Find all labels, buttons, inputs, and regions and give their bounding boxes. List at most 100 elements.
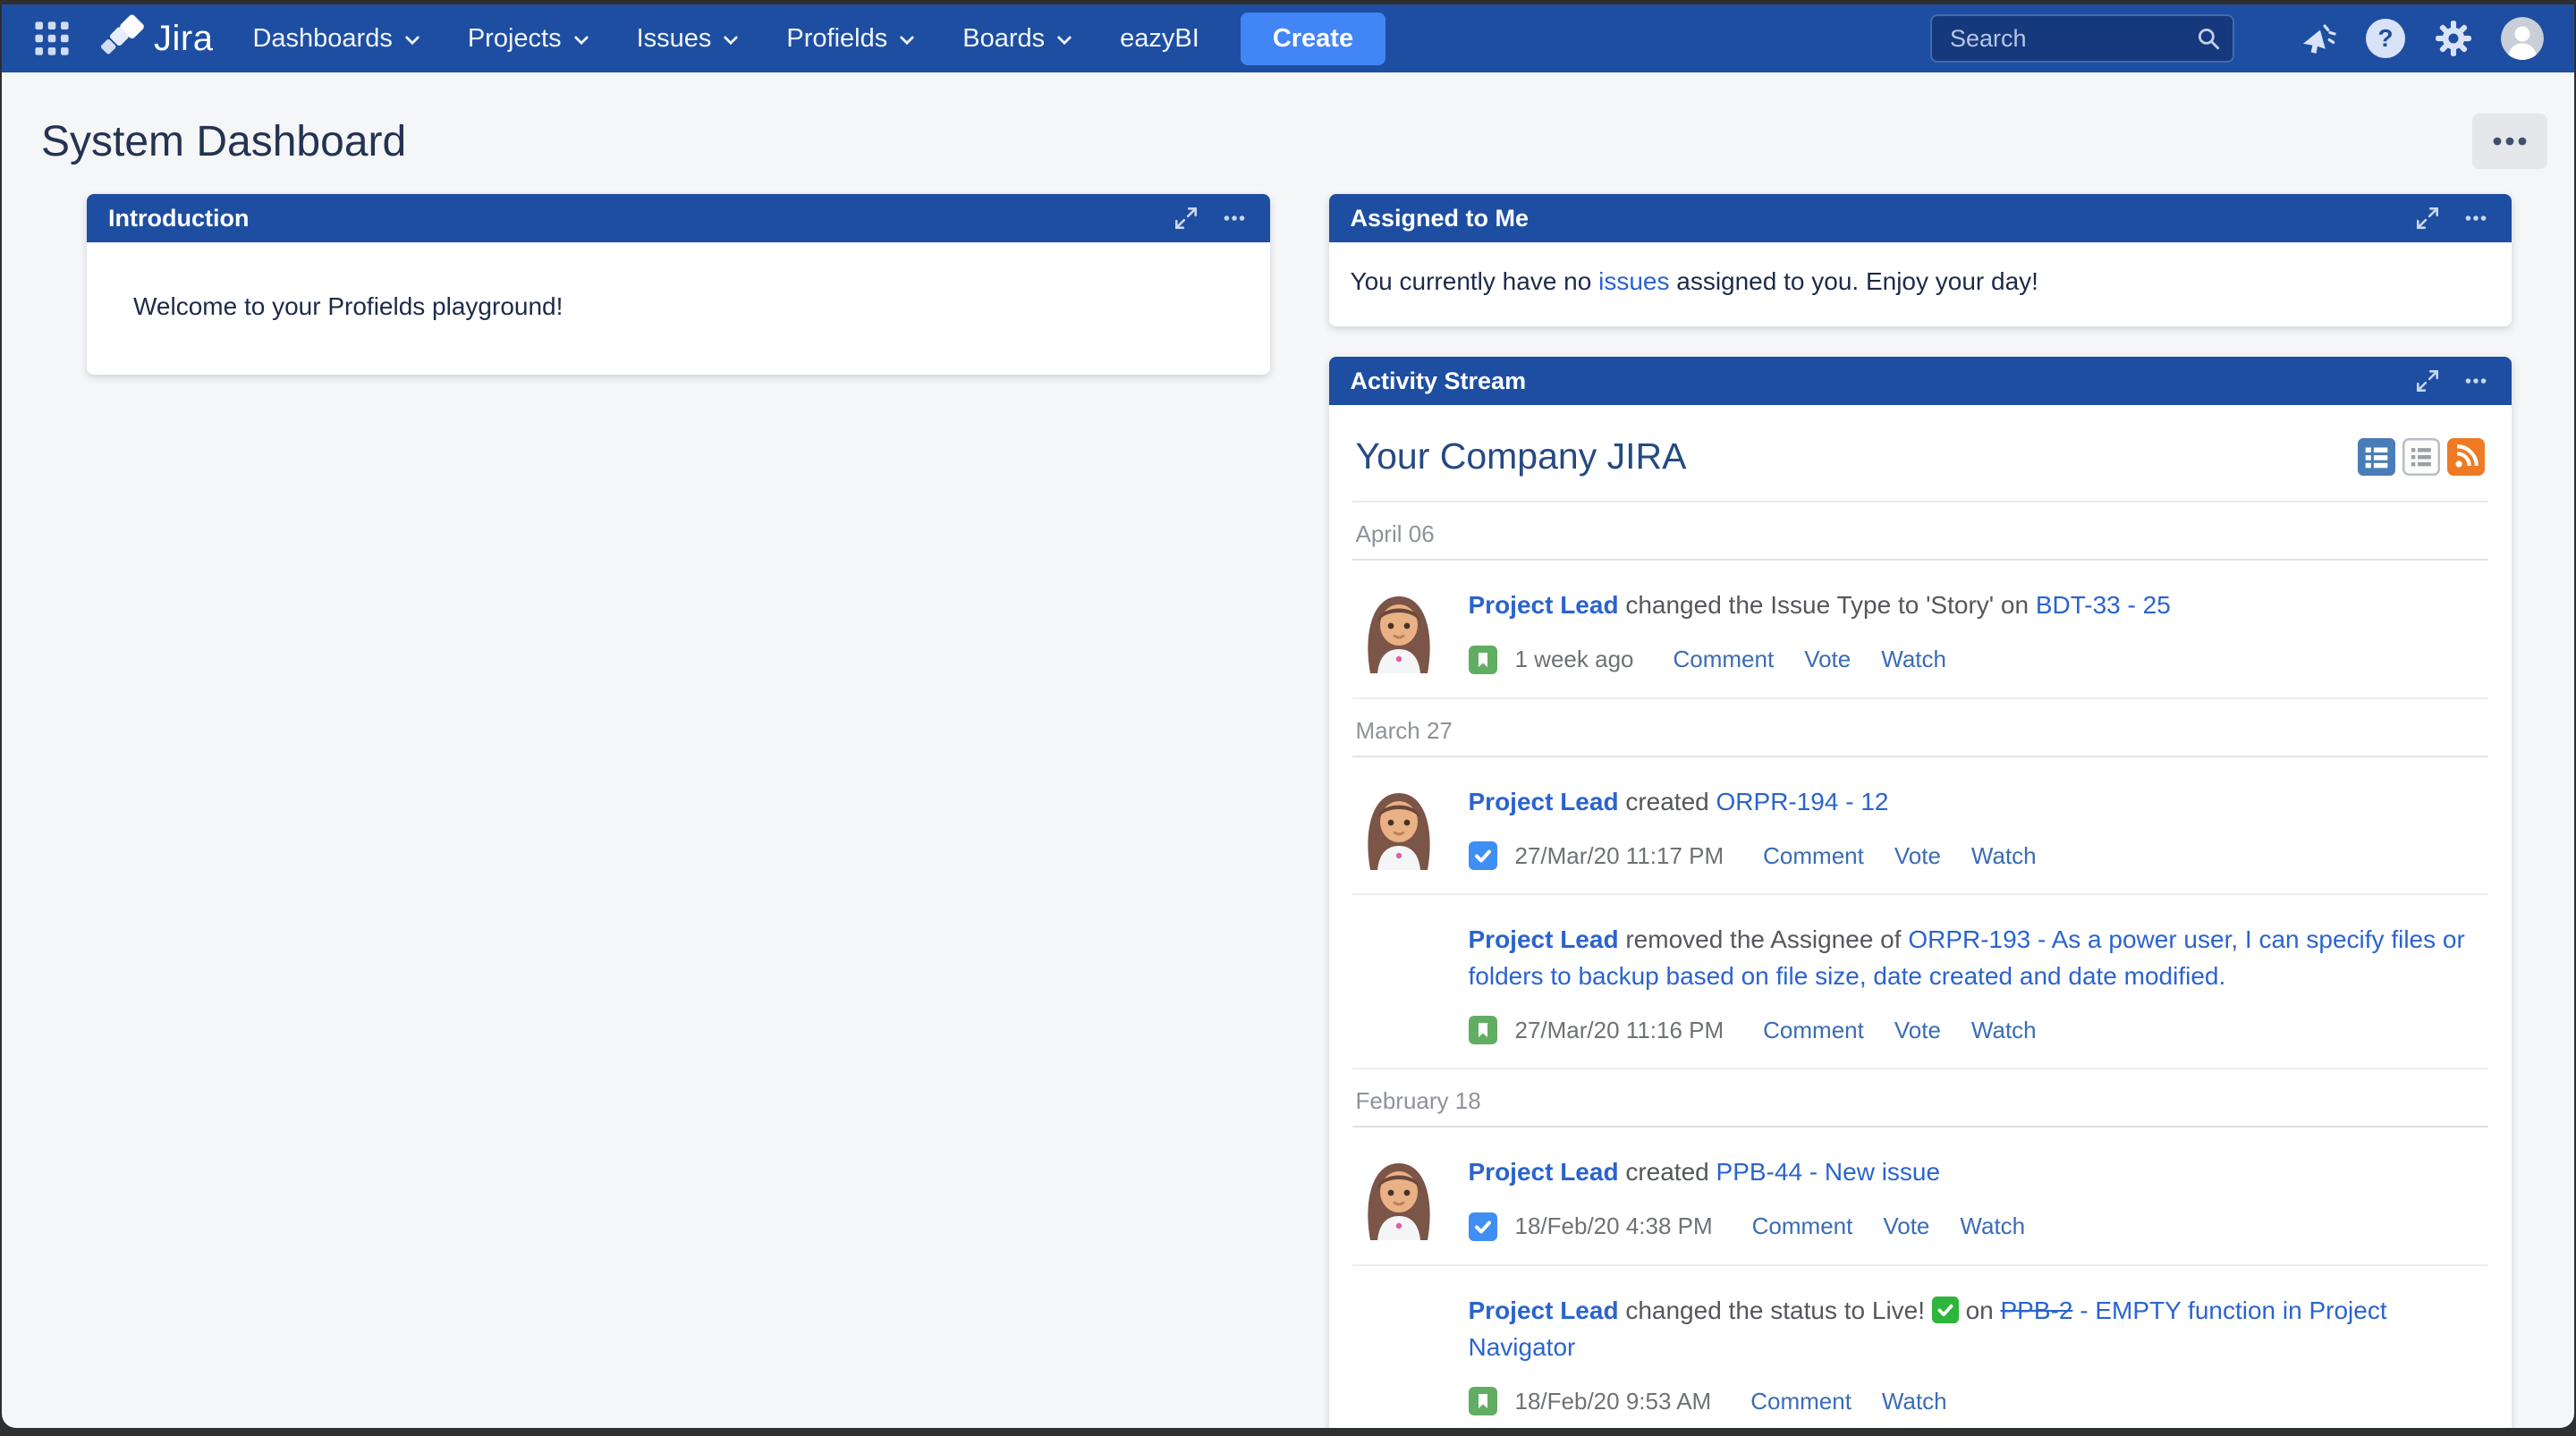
activity-panel-header: Activity Stream [1329, 357, 2512, 405]
grid-icon [34, 21, 70, 56]
entry-title: Project Lead created ORPR-194 - 12 [1469, 784, 2486, 821]
list-view-icon[interactable] [2402, 438, 2440, 476]
panel-menu-icon[interactable] [2462, 367, 2490, 395]
page-title: System Dashboard [41, 117, 406, 166]
date-group-header: February 18 [1352, 1069, 2489, 1128]
nav-label: Projects [468, 24, 562, 54]
chevron-down-icon [1055, 31, 1073, 49]
maximize-icon[interactable] [1172, 204, 1200, 232]
vote-link[interactable]: Vote [1894, 1017, 1941, 1044]
maximize-icon[interactable] [2413, 367, 2442, 395]
detail-view-icon[interactable] [2358, 438, 2395, 476]
entry-title: Project Lead created PPB-44 - New issue [1469, 1154, 2486, 1191]
nav-projects[interactable]: Projects [468, 24, 590, 54]
panel-actions [2413, 367, 2490, 395]
stream-title: Your Company JIRA [1356, 435, 1687, 477]
issue-link[interactable]: PPB-44 - New issue [1716, 1158, 1941, 1186]
actor-link[interactable]: Project Lead [1469, 1158, 1619, 1186]
actor-avatar[interactable] [1356, 1154, 1442, 1240]
avatar-column [1356, 1154, 1442, 1241]
introduction-panel-header: Introduction [87, 194, 1270, 242]
create-button[interactable]: Create [1241, 13, 1385, 65]
nav-profields[interactable]: Profields [786, 24, 916, 54]
green-check-icon [1932, 1297, 1959, 1323]
issue-link[interactable]: ORPR-194 - 12 [1716, 788, 1889, 815]
watch-link[interactable]: Watch [1971, 1017, 2037, 1044]
dashboard-tools-button[interactable] [2472, 114, 2547, 169]
dashboard-content: Introduction Welcome to your Profields p… [2, 194, 2574, 1428]
comment-link[interactable]: Comment [1673, 646, 1774, 673]
entry-title: Project Lead changed the status to Live!… [1469, 1293, 2486, 1365]
entry-meta: 18/Feb/20 4:38 PM Comment Vote Watch [1469, 1212, 2486, 1241]
nav-issues[interactable]: Issues [637, 24, 741, 54]
avatar-column [1356, 922, 1442, 1044]
entry-body: Project Lead changed the Issue Type to '… [1469, 587, 2486, 674]
introduction-panel: Introduction Welcome to your Profields p… [87, 194, 1270, 375]
entry-action: changed the status to Live! [1619, 1297, 1932, 1324]
story-type-icon [1469, 1387, 1497, 1415]
top-navbar: Jira Dashboards Projects Issues Profield… [2, 4, 2574, 72]
nav-eazybi[interactable]: eazyBI [1120, 24, 1199, 54]
search-input[interactable] [1930, 14, 2234, 63]
panel-menu-icon[interactable] [1220, 204, 1249, 232]
gear-icon [2433, 18, 2474, 59]
person-silhouette-icon [2501, 17, 2544, 60]
actor-link[interactable]: Project Lead [1469, 591, 1619, 619]
actor-avatar[interactable] [1356, 784, 1442, 870]
comment-link[interactable]: Comment [1752, 1212, 1853, 1240]
chevron-down-icon [722, 31, 740, 49]
search-icon[interactable] [2195, 25, 2222, 52]
entry-title: Project Lead changed the Issue Type to '… [1469, 587, 2486, 624]
activity-entry: Project Lead changed the status to Live!… [1352, 1266, 2489, 1428]
introduction-body: Welcome to your Profields playground! [87, 242, 1270, 375]
panel-menu-icon[interactable] [2462, 204, 2490, 232]
nav-label: eazyBI [1120, 24, 1199, 54]
right-column: Assigned to Me You currently have no iss… [1329, 194, 2512, 1428]
panel-title: Assigned to Me [1351, 205, 1530, 232]
assigned-text-before: You currently have no [1351, 267, 1599, 295]
rss-feed-icon[interactable] [2447, 438, 2485, 476]
issues-link[interactable]: issues [1598, 267, 1669, 295]
activity-body: Your Company JIRA [1329, 405, 2512, 1428]
comment-link[interactable]: Comment [1763, 842, 1864, 870]
app-switcher-icon[interactable] [29, 15, 75, 62]
entry-time: 27/Mar/20 11:17 PM [1515, 842, 1724, 870]
task-type-icon [1469, 1212, 1497, 1241]
primary-nav: Dashboards Projects Issues Profields Boa… [252, 24, 1199, 54]
entry-time: 18/Feb/20 4:38 PM [1515, 1212, 1713, 1240]
announcement-button[interactable] [2297, 18, 2338, 59]
settings-button[interactable] [2433, 18, 2474, 59]
jira-logo[interactable]: Jira [97, 13, 213, 64]
issue-link[interactable]: BDT-33 - 25 [2036, 591, 2171, 619]
actor-link[interactable]: Project Lead [1469, 788, 1619, 815]
nav-dashboards[interactable]: Dashboards [252, 24, 420, 54]
comment-link[interactable]: Comment [1750, 1388, 1852, 1415]
comment-link[interactable]: Comment [1763, 1017, 1864, 1044]
entry-body: Project Lead changed the status to Live!… [1469, 1293, 2486, 1415]
actor-avatar[interactable] [1356, 587, 1442, 673]
nav-boards[interactable]: Boards [962, 24, 1073, 54]
maximize-icon[interactable] [2413, 204, 2442, 232]
entry-meta: 1 week ago Comment Vote Watch [1469, 646, 2486, 674]
avatar-column [1356, 587, 1442, 674]
entry-action: created [1619, 1158, 1716, 1186]
app-window: Jira Dashboards Projects Issues Profield… [2, 4, 2574, 1428]
vote-link[interactable]: Vote [1883, 1212, 1929, 1240]
activity-entry: Project Lead created ORPR-194 - 12 27/Ma… [1352, 757, 2489, 896]
stream-heading: Your Company JIRA [1352, 428, 2489, 501]
watch-link[interactable]: Watch [1882, 1388, 1947, 1415]
actor-link[interactable]: Project Lead [1469, 1297, 1619, 1324]
stream-view-switcher [2358, 438, 2485, 476]
watch-link[interactable]: Watch [1960, 1212, 2025, 1240]
activity-stream-panel: Activity Stream Your Company JIRA [1329, 357, 2512, 1428]
actor-link[interactable]: Project Lead [1469, 925, 1619, 953]
help-button[interactable]: ? [2365, 18, 2406, 59]
vote-link[interactable]: Vote [1804, 646, 1851, 673]
user-avatar[interactable] [2501, 17, 2544, 60]
help-icon: ? [2366, 19, 2405, 58]
watch-link[interactable]: Watch [1971, 842, 2037, 870]
watch-link[interactable]: Watch [1881, 646, 1946, 673]
entry-time: 18/Feb/20 9:53 AM [1515, 1388, 1712, 1415]
activity-stream-list: April 06 [1352, 501, 2489, 1428]
vote-link[interactable]: Vote [1894, 842, 1941, 870]
